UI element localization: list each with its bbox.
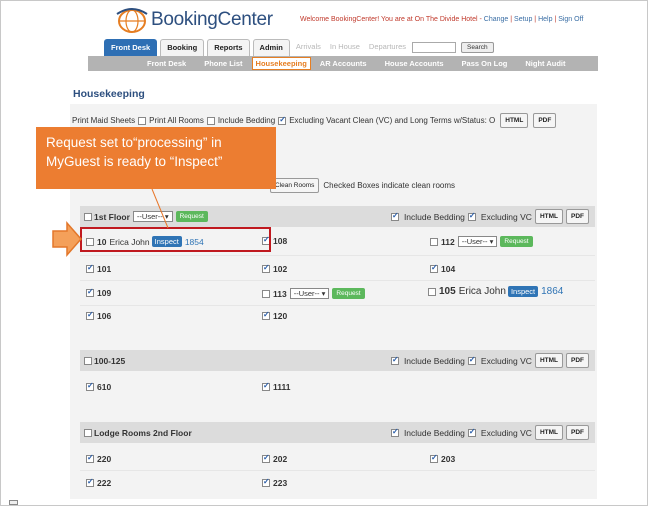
scroll-corner	[9, 500, 18, 505]
callout-note: Request set to“processing” in MyGuest is…	[36, 127, 276, 189]
callout-leader-line	[151, 188, 169, 229]
callout-line-2: MyGuest is ready to “Inspect”	[46, 154, 223, 169]
callout-line-1: Request set to“processing” in	[46, 135, 222, 150]
